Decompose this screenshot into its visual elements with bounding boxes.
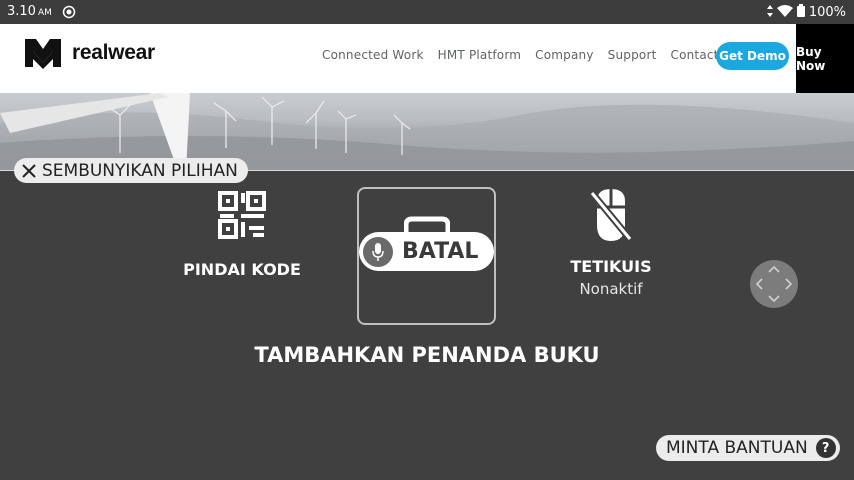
status-bar: 3.10 AM 100%: [0, 0, 854, 24]
scan-code-command[interactable]: PINDAI KODE: [182, 190, 302, 279]
mouse-command[interactable]: TETIKUIS Nonaktif: [551, 187, 671, 298]
nav-company[interactable]: Company: [535, 48, 594, 62]
nav-connected-work[interactable]: Connected Work: [322, 48, 424, 62]
mouse-label: TETIKUIS: [570, 257, 652, 276]
clock-time: 3.10: [7, 4, 36, 19]
data-arrows-icon: [766, 4, 773, 21]
hide-options-button[interactable]: SEMBUNYIKAN PILIHAN: [14, 158, 248, 183]
scan-code-label: PINDAI KODE: [183, 260, 301, 279]
clock: 3.10 AM: [7, 4, 52, 19]
buy-now-button[interactable]: Buy Now: [796, 24, 854, 93]
navigation-dpad[interactable]: [750, 260, 798, 308]
qr-code-icon: [218, 191, 266, 239]
clock-ampm: AM: [37, 8, 52, 18]
mouse-state-label: Nonaktif: [579, 280, 643, 298]
battery-percent: 100%: [808, 5, 846, 20]
hide-options-label: SEMBUNYIKAN PILIHAN: [42, 160, 238, 181]
nav-support[interactable]: Support: [608, 48, 657, 62]
nav-contact[interactable]: Contact: [671, 48, 719, 62]
get-help-label: MINTA BANTUAN: [666, 438, 808, 458]
logo-text: realwear: [72, 41, 155, 64]
close-icon: [22, 163, 36, 178]
get-help-button[interactable]: MINTA BANTUAN ?: [656, 435, 840, 461]
mouse-off-icon: [589, 189, 633, 242]
cancel-label: BATAL: [402, 239, 479, 264]
wifi-icon: [776, 4, 793, 21]
dpad-arrows-icon: [755, 265, 793, 303]
microphone-icon: [363, 236, 393, 267]
nav-hmt-platform[interactable]: HMT Platform: [438, 48, 522, 62]
get-demo-button[interactable]: Get Demo: [716, 42, 789, 70]
sync-icon: [62, 5, 76, 19]
help-icon: ?: [815, 438, 836, 458]
main-nav: Connected Work HMT Platform Company Supp…: [322, 48, 719, 62]
cancel-button[interactable]: BATAL: [359, 232, 494, 271]
realwear-logo-icon: [25, 39, 61, 69]
site-header: realwear Connected Work HMT Platform Com…: [0, 24, 854, 93]
battery-icon: [796, 4, 805, 21]
realwear-logo[interactable]: realwear: [22, 35, 155, 71]
add-bookmark-command[interactable]: TAMBAHKAN PENANDA BUKU: [0, 343, 854, 367]
